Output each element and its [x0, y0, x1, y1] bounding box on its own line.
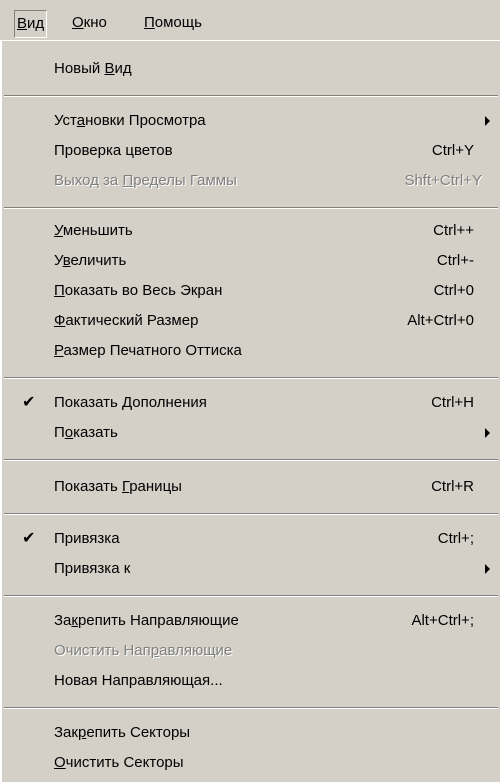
menu-item-clear-guides[interactable]: Очистить Направляющие: [2, 637, 500, 665]
menu-item-clear-slices[interactable]: Очистить Секторы: [2, 749, 500, 777]
menu-separator: [4, 595, 498, 597]
menu-separator: [4, 707, 498, 709]
shortcut-label: Ctrl++: [433, 222, 474, 239]
menu-item-proof-colors[interactable]: Проверка цветов Ctrl+Y: [2, 137, 500, 165]
checkmark-icon: ✔: [22, 394, 36, 411]
shortcut-label: Ctrl+;: [437, 530, 474, 547]
menubar-help[interactable]: Помощь: [142, 10, 204, 36]
menu-bar: Вид Окно Помощь: [0, 0, 500, 40]
menu-item-gamut-warning[interactable]: Выход за Пределы Гаммы Shft+Ctrl+Y: [2, 167, 500, 195]
menu-item-lock-guides[interactable]: Закрепить Направляющие Alt+Ctrl+;: [2, 607, 500, 635]
menu-separator: [4, 513, 498, 515]
submenu-arrow-icon: [485, 564, 490, 574]
menu-item-proof-setup[interactable]: Установки Просмотра: [2, 107, 500, 135]
menu-item-print-size[interactable]: Размер Печатного Оттиска: [2, 337, 500, 365]
shortcut-label: Shft+Ctrl+Y: [404, 172, 482, 189]
checkmark-icon: ✔: [22, 530, 36, 547]
menu-item-actual-pixels[interactable]: Фактический Размер Alt+Ctrl+0: [2, 307, 500, 335]
shortcut-label: Ctrl+0: [433, 282, 474, 299]
menu-item-new-view[interactable]: Новый Вид: [2, 55, 500, 83]
menu-item-snap[interactable]: ✔ Привязка Ctrl+;: [2, 525, 500, 553]
menu-separator: [4, 377, 498, 379]
menu-separator: [4, 207, 498, 209]
submenu-arrow-icon: [485, 428, 490, 438]
menubar-view[interactable]: Вид: [14, 10, 48, 38]
menu-item-show-extras[interactable]: ✔ Показать Дополнения Ctrl+H: [2, 389, 500, 417]
shortcut-label: Alt+Ctrl+0: [407, 312, 474, 329]
menu-item-zoom-out[interactable]: Уменьшить Ctrl++: [2, 217, 500, 245]
menu-item-zoom-in[interactable]: Увеличить Ctrl+-: [2, 247, 500, 275]
menu-item-lock-slices[interactable]: Закрепить Секторы: [2, 719, 500, 747]
shortcut-label: Ctrl+-: [436, 252, 474, 269]
menu-item-show[interactable]: Показать: [2, 419, 500, 447]
shortcut-label: Ctrl+R: [431, 478, 474, 495]
menu-item-show-rulers[interactable]: Показать Границы Ctrl+R: [2, 473, 500, 501]
menu-separator: [4, 95, 498, 97]
shortcut-label: Alt+Ctrl+;: [411, 612, 474, 629]
shortcut-label: Ctrl+H: [431, 394, 474, 411]
menu-item-fit-on-screen[interactable]: Показать во Весь Экран Ctrl+0: [2, 277, 500, 305]
view-dropdown-menu: Новый Вид Установки Просмотра Проверка ц…: [0, 40, 500, 782]
shortcut-label: Ctrl+Y: [431, 142, 474, 159]
menubar-window[interactable]: Окно: [70, 10, 109, 36]
submenu-arrow-icon: [485, 116, 490, 126]
menu-separator: [4, 459, 498, 461]
menu-item-new-guide[interactable]: Новая Направляющая...: [2, 667, 500, 695]
menu-item-snap-to[interactable]: Привязка к: [2, 555, 500, 583]
